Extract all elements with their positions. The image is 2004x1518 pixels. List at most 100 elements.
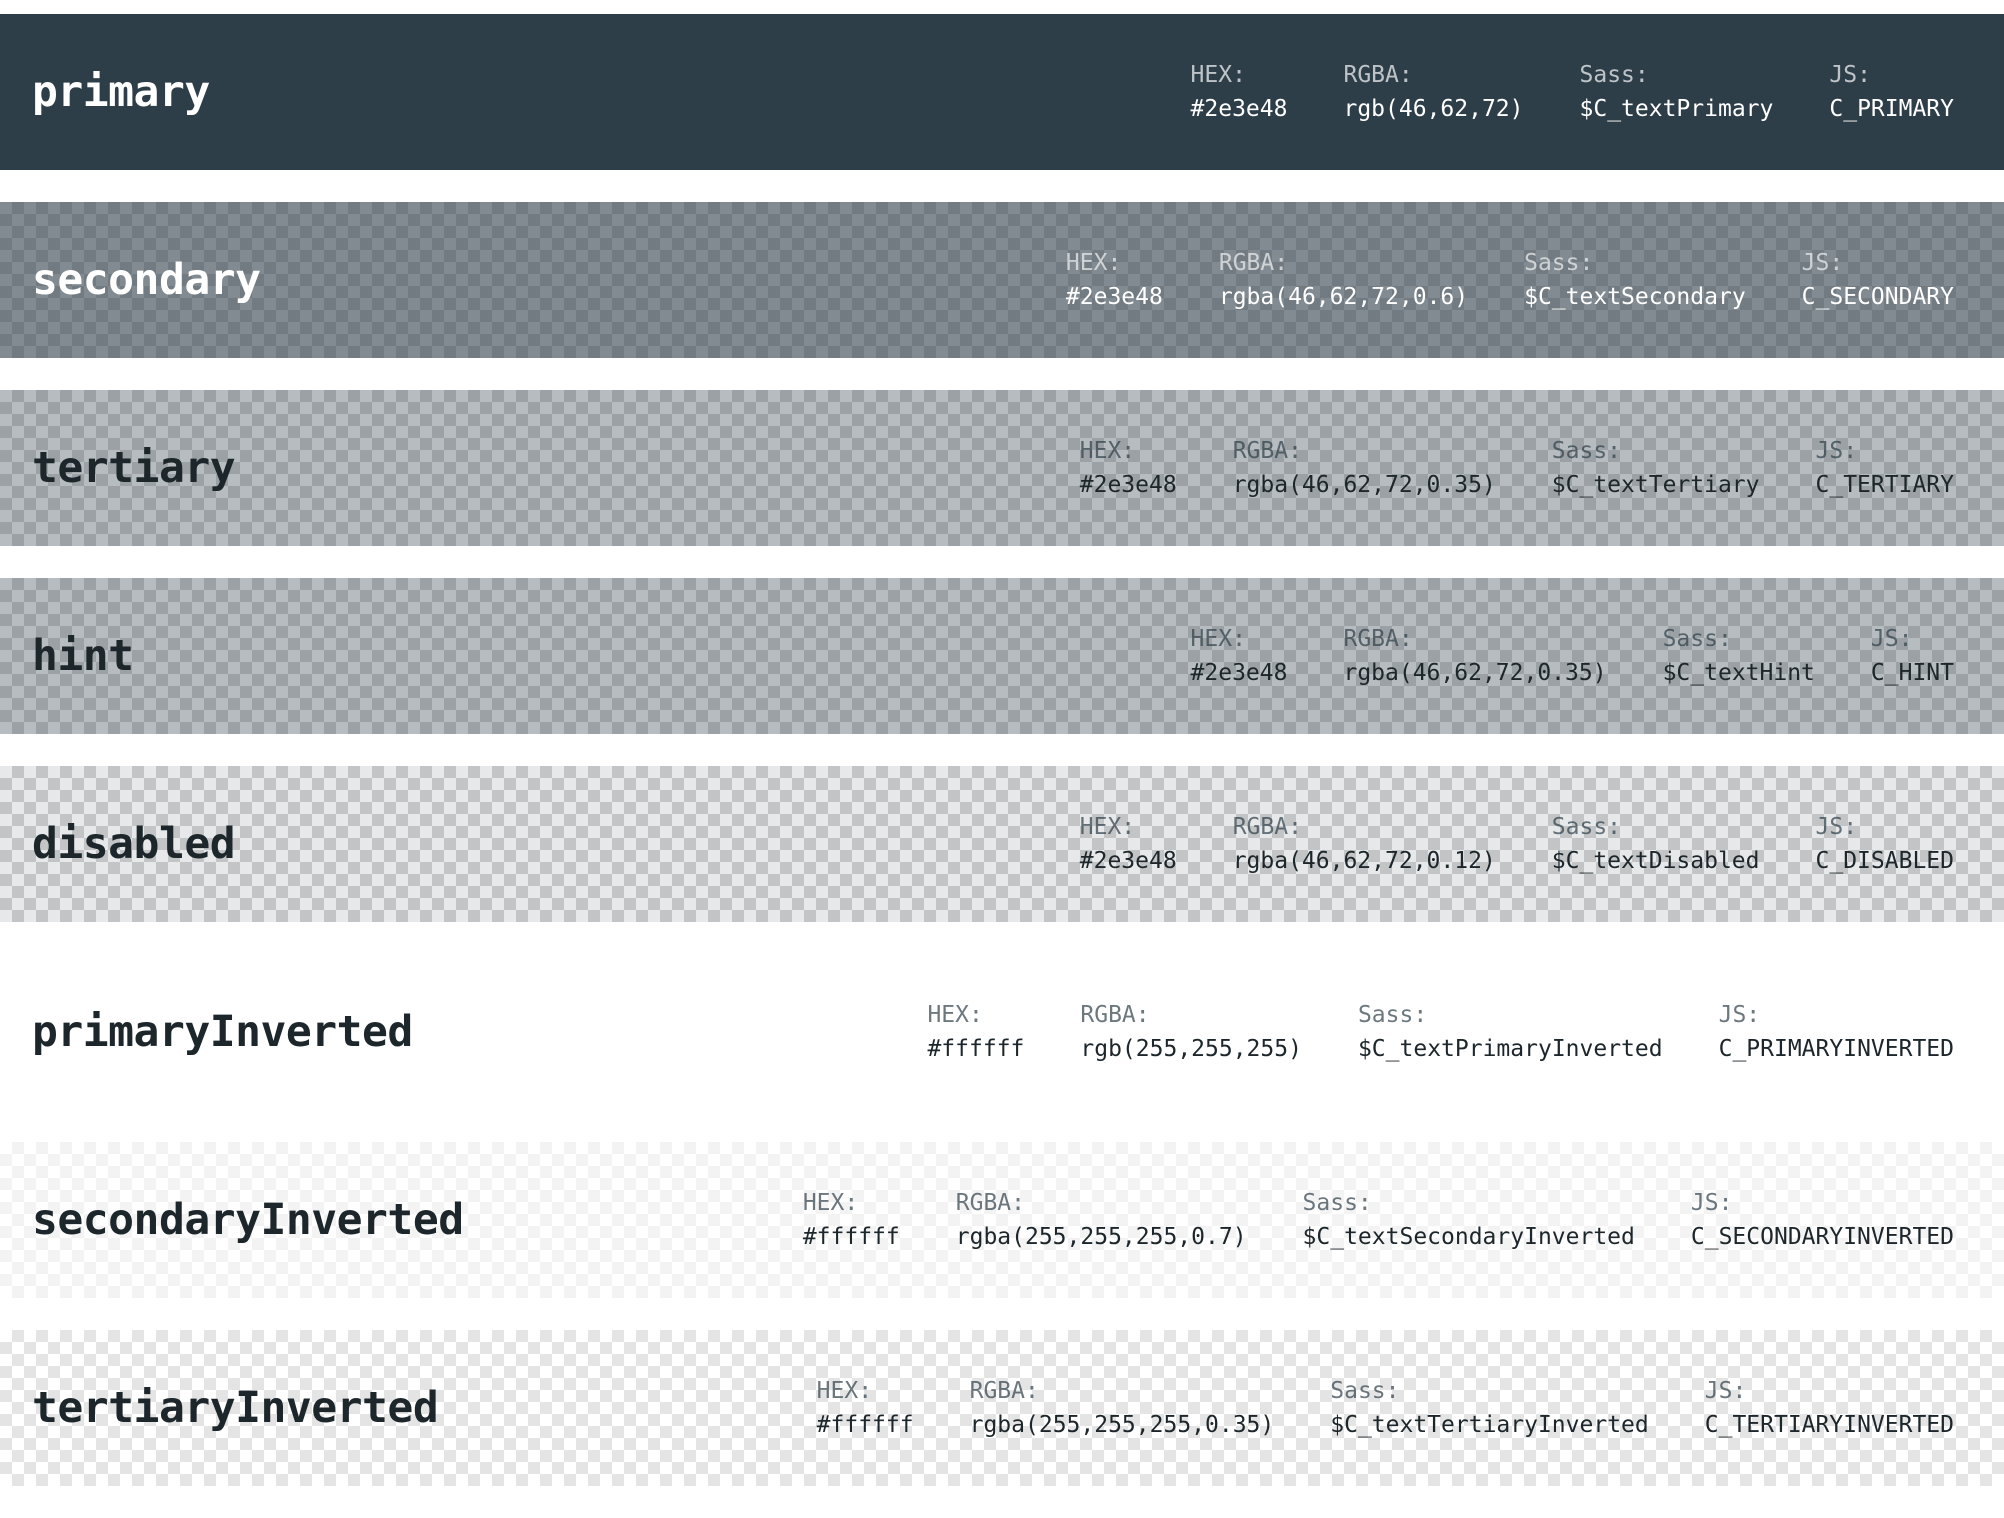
js-constant: C_TERTIARY (1815, 472, 1954, 498)
sass-column: Sass: $C_textSecondary (1524, 246, 1746, 314)
js-label: JS: (1704, 1378, 1747, 1404)
swatch-name: secondaryInverted (32, 1195, 464, 1245)
color-swatch-primaryInverted: primaryInverted HEX: #ffffff RGBA: rgb(2… (0, 954, 2004, 1110)
sass-column: Sass: $C_textTertiaryInverted (1330, 1374, 1649, 1442)
sass-label: Sass: (1330, 1378, 1400, 1404)
rgba-label: RGBA: (1343, 626, 1413, 652)
rgba-value: rgba(46,62,72,0.35) (1343, 660, 1607, 686)
hex-column: HEX: #2e3e48 (1066, 246, 1163, 314)
sass-variable: $C_textPrimaryInverted (1357, 1036, 1663, 1062)
swatch-meta: HEX: #2e3e48 RGBA: rgba(46,62,72,0.35) S… (1080, 434, 1954, 502)
sass-label: Sass: (1524, 250, 1594, 276)
swatch-meta: HEX: #2e3e48 RGBA: rgba(46,62,72,0.6) Sa… (1066, 246, 1954, 314)
rgba-column: RGBA: rgba(46,62,72,0.35) (1343, 622, 1606, 690)
color-swatch-tertiary: tertiary HEX: #2e3e48 RGBA: rgba(46,62,7… (0, 390, 2004, 546)
sass-variable: $C_textTertiaryInverted (1330, 1412, 1649, 1438)
hex-column: HEX: #2e3e48 (1191, 58, 1288, 126)
js-column: JS: C_HINT (1871, 622, 1954, 690)
hex-label: HEX: (1190, 626, 1246, 652)
rgba-label: RGBA: (969, 1378, 1039, 1404)
rgba-column: RGBA: rgba(255,255,255,0.7) (956, 1186, 1247, 1254)
hex-column: HEX: #ffffff (927, 998, 1024, 1066)
hex-label: HEX: (927, 1002, 983, 1028)
sass-label: Sass: (1579, 62, 1649, 88)
color-swatch-secondary: secondary HEX: #2e3e48 RGBA: rgba(46,62,… (0, 202, 2004, 358)
rgba-value: rgb(255,255,255) (1080, 1036, 1302, 1062)
rgba-value: rgba(46,62,72,0.35) (1232, 472, 1496, 498)
sass-variable: $C_textDisabled (1551, 848, 1760, 874)
hex-label: HEX: (1079, 814, 1136, 840)
rgba-label: RGBA: (955, 1190, 1025, 1216)
color-swatch-secondaryInverted: secondaryInverted HEX: #ffffff RGBA: rgb… (0, 1142, 2004, 1298)
js-column: JS: C_DISABLED (1816, 810, 1954, 878)
swatch-meta: HEX: #2e3e48 RGBA: rgb(46,62,72) Sass: $… (1191, 58, 1954, 126)
swatch-name: tertiary (32, 443, 236, 493)
hex-value: #ffffff (816, 1412, 914, 1438)
sass-label: Sass: (1302, 1190, 1372, 1216)
hex-column: HEX: #ffffff (803, 1186, 900, 1254)
swatch-name: disabled (32, 819, 236, 869)
swatch-name: primary (32, 67, 210, 117)
hex-column: HEX: #2e3e48 (1080, 434, 1177, 502)
sass-column: Sass: $C_textTertiary (1552, 434, 1760, 502)
hex-value: #ffffff (802, 1224, 900, 1250)
js-column: JS: C_SECONDARYINVERTED (1691, 1186, 1954, 1254)
swatch-name: primaryInverted (32, 1007, 413, 1057)
js-label: JS: (1815, 438, 1858, 464)
sass-label: Sass: (1551, 438, 1622, 464)
js-constant: C_DISABLED (1815, 848, 1954, 874)
color-swatch-hint: hint HEX: #2e3e48 RGBA: rgba(46,62,72,0.… (0, 578, 2004, 734)
rgba-column: RGBA: rgb(255,255,255) (1080, 998, 1302, 1066)
color-swatch-list: primary HEX: #2e3e48 RGBA: rgb(46,62,72)… (0, 14, 2004, 1518)
sass-column: Sass: $C_textPrimary (1580, 58, 1774, 126)
sass-variable: $C_textSecondaryInverted (1302, 1224, 1635, 1250)
hex-label: HEX: (1065, 250, 1122, 276)
swatch-meta: HEX: #ffffff RGBA: rgba(255,255,255,0.7)… (803, 1186, 1954, 1254)
hex-label: HEX: (1079, 438, 1136, 464)
sass-label: Sass: (1662, 626, 1732, 652)
js-label: JS: (1870, 626, 1913, 652)
hex-label: HEX: (816, 1378, 873, 1404)
rgba-value: rgba(255,255,255,0.35) (969, 1412, 1275, 1438)
js-label: JS: (1801, 250, 1844, 276)
hex-value: #ffffff (927, 1036, 1025, 1062)
js-constant: C_SECONDARY (1801, 284, 1954, 310)
js-label: JS: (1718, 1002, 1761, 1028)
swatch-meta: HEX: #2e3e48 RGBA: rgba(46,62,72,0.35) S… (1191, 622, 1954, 690)
sass-column: Sass: $C_textPrimaryInverted (1358, 998, 1663, 1066)
js-constant: C_TERTIARYINVERTED (1704, 1412, 1954, 1438)
sass-column: Sass: $C_textSecondaryInverted (1303, 1186, 1635, 1254)
swatch-name: hint (32, 631, 134, 681)
rgba-label: RGBA: (1232, 438, 1302, 464)
hex-column: HEX: #2e3e48 (1191, 622, 1288, 690)
rgba-column: RGBA: rgba(46,62,72,0.6) (1219, 246, 1468, 314)
hex-label: HEX: (1190, 62, 1246, 88)
color-swatch-tertiaryInverted: tertiaryInverted HEX: #ffffff RGBA: rgba… (0, 1330, 2004, 1486)
swatch-meta: HEX: #2e3e48 RGBA: rgba(46,62,72,0.12) S… (1080, 810, 1954, 878)
hex-column: HEX: #ffffff (817, 1374, 914, 1442)
sass-variable: $C_textPrimary (1579, 96, 1774, 122)
sass-variable: $C_textSecondary (1524, 284, 1746, 310)
hex-value: #2e3e48 (1079, 472, 1177, 498)
js-label: JS: (1829, 62, 1871, 88)
rgba-column: RGBA: rgb(46,62,72) (1343, 58, 1523, 126)
rgba-value: rgba(255,255,255,0.7) (955, 1224, 1247, 1250)
sass-variable: $C_textHint (1662, 660, 1815, 686)
rgba-value: rgba(46,62,72,0.6) (1218, 284, 1469, 310)
color-swatch-primary: primary HEX: #2e3e48 RGBA: rgb(46,62,72)… (0, 14, 2004, 170)
rgba-column: RGBA: rgba(46,62,72,0.35) (1233, 434, 1496, 502)
js-constant: C_SECONDARYINVERTED (1690, 1224, 1954, 1250)
rgba-label: RGBA: (1343, 62, 1413, 88)
rgba-label: RGBA: (1080, 1002, 1150, 1028)
sass-variable: $C_textTertiary (1551, 472, 1760, 498)
rgba-value: rgba(46,62,72,0.12) (1232, 848, 1496, 874)
swatch-name: secondary (32, 255, 261, 305)
js-constant: C_HINT (1870, 660, 1954, 686)
sass-label: Sass: (1357, 1002, 1428, 1028)
js-constant: C_PRIMARYINVERTED (1718, 1036, 1954, 1062)
js-column: JS: C_PRIMARY (1829, 58, 1954, 126)
hex-column: HEX: #2e3e48 (1080, 810, 1177, 878)
hex-value: #2e3e48 (1079, 848, 1177, 874)
sass-label: Sass: (1551, 814, 1622, 840)
rgba-label: RGBA: (1232, 814, 1302, 840)
